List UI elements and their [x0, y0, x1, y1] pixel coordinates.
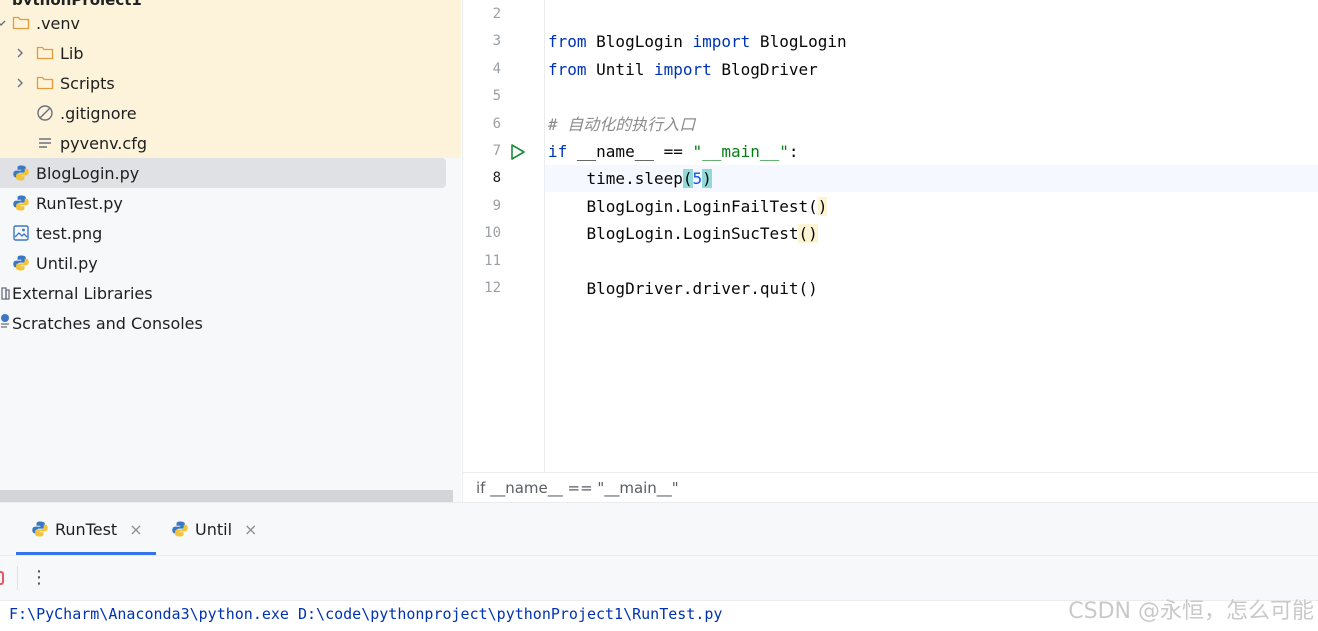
- console-output-line: F:\PyCharm\Anaconda3\python.exe D:\code\…: [9, 605, 723, 623]
- call-expression: time.sleep: [548, 169, 683, 188]
- line-number: 4: [492, 61, 501, 77]
- horizontal-scrollbar[interactable]: [0, 490, 453, 502]
- library-icon: [0, 284, 10, 302]
- line-number-active: 8: [492, 170, 501, 186]
- run-gutter-icon[interactable]: [509, 143, 527, 161]
- python-file-icon: [12, 164, 30, 182]
- tree-item-test-png[interactable]: test.png: [0, 218, 461, 248]
- tree-item-label: Until.py: [36, 253, 98, 273]
- module-name: BlogLogin: [586, 32, 693, 51]
- project-root-label[interactable]: pythonProject1: [0, 0, 461, 5]
- tab-label: RunTest: [55, 519, 118, 539]
- line-number: 9: [492, 198, 501, 214]
- watermark: CSDN @永恒，怎么可能: [1068, 599, 1314, 624]
- tab-until[interactable]: Until ×: [171, 503, 257, 555]
- matched-paren: (: [682, 169, 693, 188]
- project-tree: pythonProject1 .venv Lib Scripts: [0, 0, 461, 502]
- matched-paren: ): [702, 169, 712, 188]
- tree-item-until-py[interactable]: Until.py: [0, 248, 461, 278]
- line-number: 12: [484, 280, 501, 296]
- paren-hint: ): [817, 197, 828, 216]
- tree-item-label: RunTest.py: [36, 193, 123, 213]
- config-file-icon: [36, 134, 54, 152]
- tree-item-bloglogin-py[interactable]: BlogLogin.py: [0, 158, 461, 188]
- toolbar-separator: [17, 566, 18, 590]
- more-options-icon[interactable]: ⋮: [30, 564, 48, 592]
- ignore-file-icon: [36, 104, 54, 122]
- tree-item-label: Scratches and Consoles: [12, 313, 203, 333]
- python-file-icon: [31, 520, 49, 538]
- tree-item-label: Lib: [60, 43, 84, 63]
- tree-item-label: Scripts: [60, 73, 115, 93]
- tree-item-label: BlogLogin.py: [36, 163, 140, 183]
- line-number: 2: [492, 6, 501, 22]
- code-line-3: from BlogLogin import BlogLogin: [548, 28, 847, 55]
- project-root-name: pythonProject1: [12, 0, 142, 5]
- code-line-7: if __name__ == "__main__":: [548, 138, 798, 165]
- python-file-icon: [12, 254, 30, 272]
- close-icon[interactable]: ×: [129, 520, 142, 539]
- tree-item-lib[interactable]: Lib: [0, 38, 461, 68]
- import-name: BlogDriver: [711, 60, 818, 79]
- run-tool-window: RunTest × Until × ⋮ F:\PyCharm\Anaconda3…: [0, 502, 1318, 631]
- scratches-icon: [0, 312, 10, 330]
- expression: __name__ ==: [567, 142, 693, 161]
- line-number: 3: [492, 33, 501, 49]
- code-line-6-comment: # 自动化的执行入口: [548, 115, 696, 134]
- tab-runtest[interactable]: RunTest ×: [16, 503, 156, 555]
- tree-item-scripts[interactable]: Scripts: [0, 68, 461, 98]
- tree-item-label: .venv: [36, 13, 81, 33]
- line-number: 5: [492, 88, 501, 104]
- tree-item-label: .gitignore: [60, 103, 137, 123]
- code-line-12: BlogDriver.driver.quit(): [548, 279, 818, 298]
- colon: :: [788, 142, 799, 161]
- editor-breadcrumb[interactable]: if __name__ == "__main__": [463, 472, 1318, 502]
- call-expression: BlogLogin.LoginFailTest(: [548, 197, 818, 216]
- tree-item-runtest-py[interactable]: RunTest.py: [0, 188, 461, 218]
- line-number: 10: [484, 225, 501, 241]
- line-number: 6: [492, 116, 501, 132]
- string-literal: "__main__": [692, 142, 789, 161]
- line-number: 11: [484, 253, 501, 269]
- python-file-icon: [12, 194, 30, 212]
- stop-icon[interactable]: [0, 571, 4, 585]
- chevron-down-icon[interactable]: [0, 16, 8, 30]
- tree-item-venv[interactable]: .venv: [0, 8, 461, 38]
- keyword: from: [548, 32, 587, 51]
- tree-item-pyvenv-cfg[interactable]: pyvenv.cfg: [0, 128, 461, 158]
- code-line-8: time.sleep(5): [548, 165, 712, 192]
- folder-icon: [36, 44, 54, 62]
- folder-icon: [36, 74, 54, 92]
- call-expression: BlogLogin.LoginSucTest: [548, 224, 799, 243]
- tree-item-label: External Libraries: [12, 283, 153, 303]
- import-name: BlogLogin: [750, 32, 847, 51]
- module-name: Until: [586, 60, 654, 79]
- line-number: 7: [492, 143, 501, 159]
- keyword: import: [653, 60, 712, 79]
- chevron-right-icon[interactable]: [13, 46, 27, 60]
- tree-item-gitignore[interactable]: .gitignore: [0, 98, 461, 128]
- number-literal: 5: [692, 169, 703, 188]
- image-file-icon: [12, 224, 30, 242]
- run-tabs: RunTest × Until ×: [0, 503, 1318, 556]
- paren-hint: (): [798, 224, 818, 243]
- code-line-9: BlogLogin.LoginFailTest(): [548, 193, 828, 220]
- tree-item-external-libraries[interactable]: External Libraries: [0, 278, 461, 308]
- keyword: import: [692, 32, 751, 51]
- tree-item-label: pyvenv.cfg: [60, 133, 147, 153]
- code-editor[interactable]: 2 3 4 5 6 7 8 9 10 11 12 from BlogLogin …: [462, 0, 1318, 502]
- python-file-icon: [171, 520, 189, 538]
- code-line-4: from Until import BlogDriver: [548, 56, 818, 83]
- tab-label: Until: [195, 519, 233, 539]
- code-line-10: BlogLogin.LoginSucTest(): [548, 220, 818, 247]
- keyword: if: [548, 142, 568, 161]
- folder-icon: [12, 14, 30, 32]
- tree-item-scratches[interactable]: Scratches and Consoles: [0, 308, 461, 338]
- chevron-right-icon[interactable]: [13, 76, 27, 90]
- keyword: from: [548, 60, 587, 79]
- close-icon[interactable]: ×: [244, 520, 257, 539]
- tree-item-label: test.png: [36, 223, 103, 243]
